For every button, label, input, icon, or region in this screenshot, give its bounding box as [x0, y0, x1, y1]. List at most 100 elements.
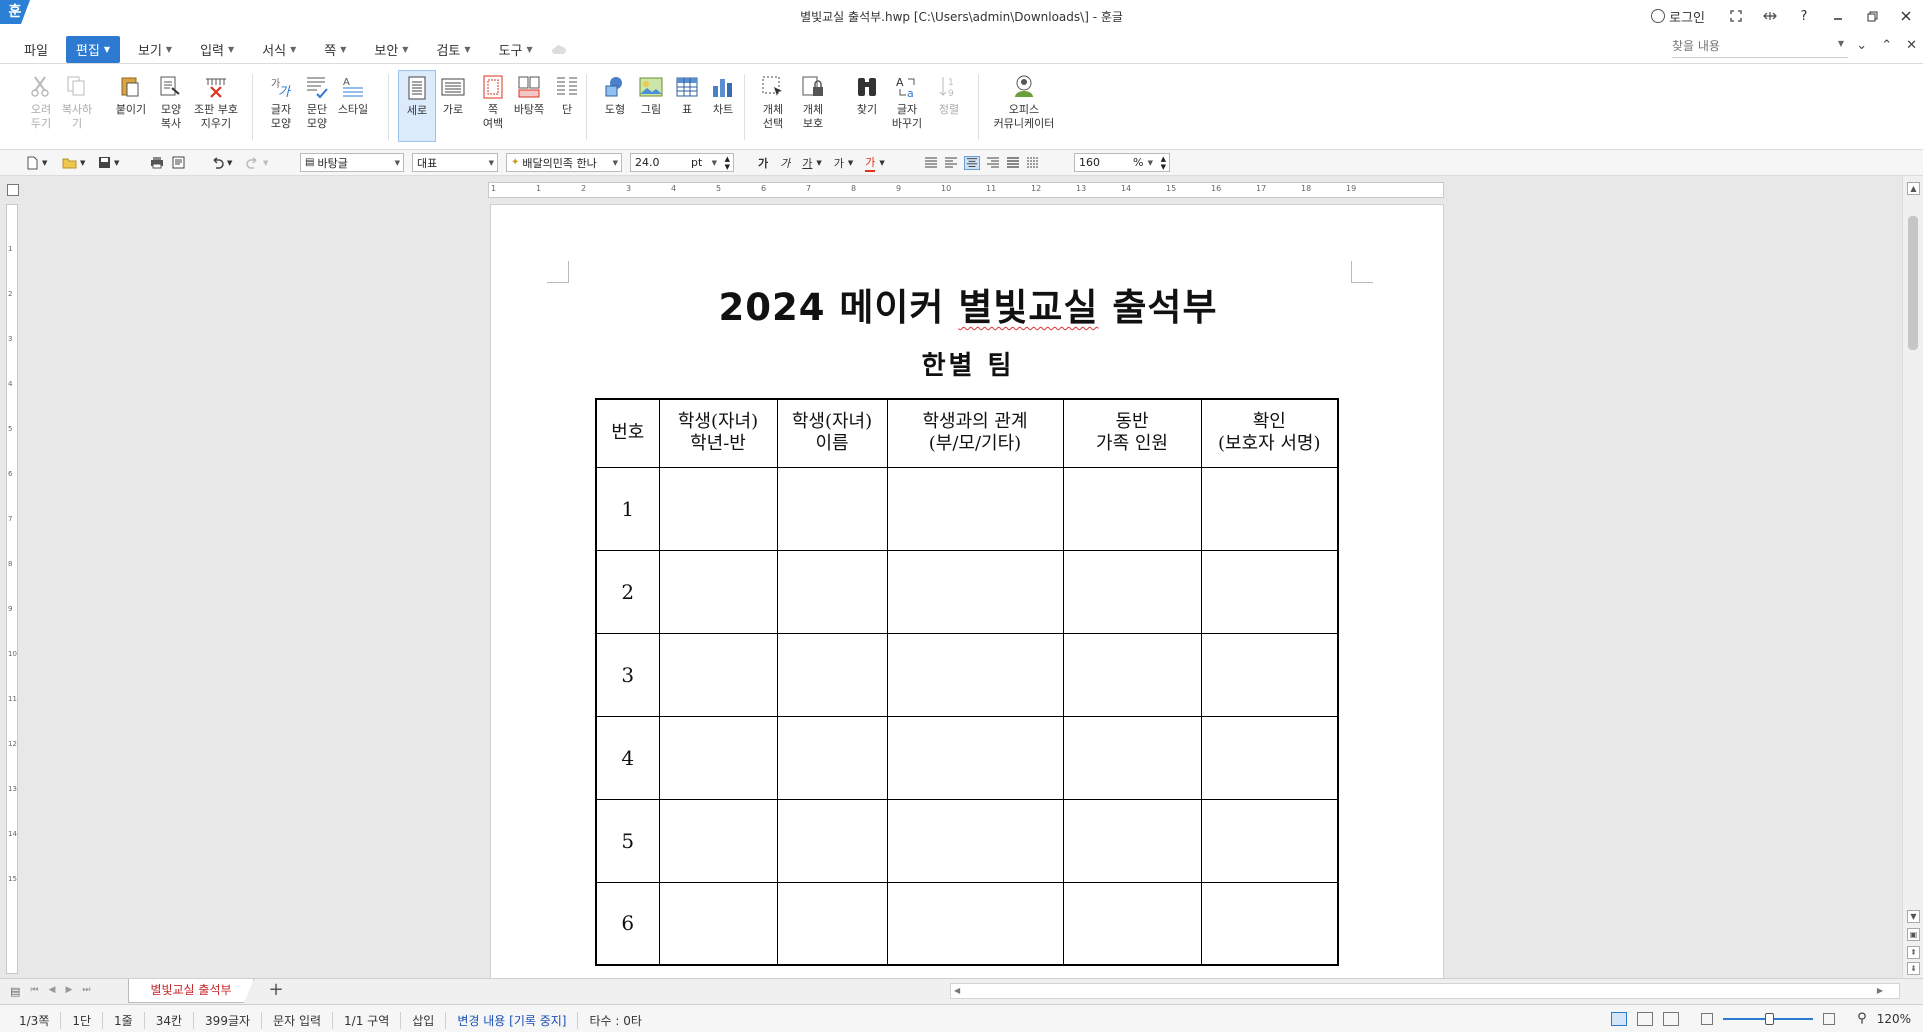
login-button[interactable]: 로그인 — [1651, 7, 1705, 26]
align-right-icon[interactable] — [986, 157, 1000, 169]
status-item[interactable]: 1/3쪽 — [8, 1012, 62, 1029]
save-button[interactable]: ▼ — [98, 153, 119, 172]
ribbon-button-picture[interactable]: 그림 — [632, 70, 670, 142]
status-item[interactable]: 삽입 — [401, 1012, 447, 1029]
table-cell[interactable] — [1062, 466, 1202, 551]
undo-button[interactable]: ▼ — [210, 153, 232, 172]
chevron-down-icon[interactable]: ▼ — [879, 159, 884, 167]
ribbon-button-table[interactable]: 표 — [668, 70, 706, 142]
table-cell[interactable] — [776, 549, 888, 634]
table-cell[interactable] — [886, 881, 1064, 966]
scroll-left-icon[interactable]: ◀ — [954, 986, 960, 995]
prev-page-icon[interactable]: ⇞ — [1907, 946, 1920, 959]
menu-page[interactable]: 쪽 ▼ — [314, 36, 356, 63]
ribbon-button-portrait[interactable]: 세로 — [398, 70, 436, 142]
table-cell[interactable] — [776, 466, 888, 551]
scroll-thumb[interactable] — [1908, 216, 1918, 350]
cloud-icon[interactable] — [551, 44, 567, 56]
align-left-icon[interactable] — [944, 157, 958, 169]
table-cell[interactable] — [886, 549, 1064, 634]
table-cell[interactable] — [658, 632, 778, 717]
ruler-corner[interactable] — [7, 184, 19, 196]
spin-icon[interactable]: ▲ ▼ — [1161, 155, 1166, 171]
table-cell[interactable] — [886, 466, 1064, 551]
table-cell[interactable] — [1200, 549, 1339, 634]
table-cell[interactable] — [776, 715, 888, 800]
ribbon-button-para-shape[interactable]: 문단 모양 — [298, 70, 336, 142]
ribbon-button-master-page[interactable]: 바탕쪽 — [510, 70, 548, 142]
minimize-button[interactable] — [1821, 1, 1855, 31]
row-number-cell[interactable]: 6 — [595, 881, 660, 966]
style-select[interactable]: ▤ 바탕글 ▼ — [300, 153, 404, 172]
table-header-cell[interactable]: 학생(자녀) 이름 — [776, 398, 888, 468]
menu-security[interactable]: 보안 ▼ — [364, 36, 418, 63]
horizontal-ruler[interactable]: 1 1 2 3 4 5 6 7 8 9 10 11 12 13 14 15 16 17 18 19 — [488, 182, 1444, 198]
underline-button[interactable]: 가 — [802, 155, 812, 171]
search-input[interactable] — [1672, 36, 1822, 56]
attendance-table[interactable]: 번호 학생(자녀) 학년-반 학생(자녀) 이름 학생과의 관계 (부/모/기타) 동반 가족 … — [595, 398, 1339, 966]
prev-tab-icon[interactable]: ◀ — [49, 985, 56, 998]
scroll-down-icon[interactable]: ▼ — [1907, 910, 1920, 923]
zoom-slider-knob[interactable] — [1765, 1012, 1775, 1025]
table-cell[interactable] — [1062, 881, 1202, 966]
status-item[interactable]: 타수 : 0타 — [578, 1012, 652, 1029]
table-cell[interactable] — [1200, 632, 1339, 717]
table-cell[interactable] — [658, 715, 778, 800]
ribbon-button-shape[interactable]: 도형 — [596, 70, 634, 142]
zoom-out-icon[interactable] — [1701, 1012, 1714, 1025]
ribbon-button-replace[interactable]: Aa 글자 바꾸기 — [888, 70, 926, 142]
align-center-icon[interactable] — [964, 155, 980, 170]
table-cell[interactable] — [776, 881, 888, 966]
next-tab-icon[interactable]: ▶ — [65, 985, 72, 998]
add-tab-button[interactable]: + — [264, 980, 288, 1002]
status-item[interactable]: 1단 — [61, 1012, 104, 1029]
split-view-icon[interactable]: ▣ — [1907, 928, 1920, 941]
scroll-up-icon[interactable]: ▲ — [1907, 182, 1920, 195]
status-item[interactable]: 변경 내용 [기록 중지] — [446, 1012, 579, 1029]
table-cell[interactable] — [776, 632, 888, 717]
menu-review[interactable]: 검토 ▼ — [426, 36, 480, 63]
table-cell[interactable] — [658, 798, 778, 883]
distribute-icon[interactable] — [1006, 156, 1020, 169]
italic-button[interactable]: 가 — [780, 155, 790, 171]
document-tab[interactable]: 별빛교실 출석부 — [128, 979, 254, 1003]
menu-insert[interactable]: 입력 ▼ — [190, 36, 244, 63]
table-cell[interactable] — [886, 798, 1064, 883]
horizontal-scrollbar[interactable]: ◀ ▶ — [950, 983, 1900, 999]
normal-view-icon[interactable] — [1611, 1011, 1628, 1026]
menu-format[interactable]: 서식 ▼ — [252, 36, 306, 63]
bold-button[interactable]: 가 — [758, 155, 768, 171]
last-tab-icon[interactable]: ⏭ — [82, 985, 90, 998]
help-button[interactable]: ? — [1787, 1, 1821, 31]
table-cell[interactable] — [1062, 798, 1202, 883]
row-number-cell[interactable]: 4 — [595, 715, 660, 800]
ribbon-button-sort[interactable]: 1 9 정렬 — [930, 70, 968, 142]
chevron-down-icon[interactable]: ▼ — [1148, 159, 1153, 167]
justify-icon[interactable] — [924, 157, 938, 169]
chevron-up-icon[interactable]: ⌃ — [1881, 38, 1892, 53]
table-header-cell[interactable]: 학생과의 관계 (부/모/기타) — [886, 398, 1064, 468]
zoom-in-icon[interactable] — [1823, 1012, 1836, 1025]
ribbon-button-style[interactable]: A 스타일 — [334, 70, 372, 142]
strikeout-button[interactable]: 가 — [834, 155, 844, 171]
menu-file[interactable]: 파일 — [14, 36, 58, 63]
zoom-field[interactable]: 160 % ▼ ▲ ▼ — [1074, 153, 1170, 172]
restore-button[interactable] — [1855, 1, 1889, 31]
vertical-scrollbar[interactable]: ▲ ▼ ▣ ⇞ ⇟ — [1902, 176, 1923, 978]
zoom-level[interactable]: 120% — [1877, 1012, 1911, 1026]
document-page[interactable]: 2024 메이커 별빛교실 출석부 한별 팀 번호 학생(자녀) 학년-반 학생(자녀… — [490, 204, 1444, 978]
document-title[interactable]: 2024 메이커 별빛교실 출석부 — [491, 277, 1445, 331]
menu-view[interactable]: 보기 ▼ — [128, 36, 182, 63]
table-cell[interactable] — [886, 715, 1064, 800]
zoom-slider[interactable] — [1723, 1012, 1814, 1025]
table-cell[interactable] — [658, 466, 778, 551]
table-cell[interactable] — [776, 798, 888, 883]
table-cell[interactable] — [1200, 466, 1339, 551]
row-number-cell[interactable]: 1 — [595, 466, 660, 551]
ribbon-button-object-select[interactable]: 개체 선택 — [754, 70, 792, 142]
chevron-down-icon[interactable]: ▼ — [712, 159, 717, 167]
tab-list-icon[interactable]: ▤ — [10, 985, 20, 998]
table-header-cell[interactable]: 번호 — [595, 398, 660, 468]
redo-button[interactable]: ▼ — [246, 153, 268, 172]
status-item[interactable]: 34칸 — [145, 1012, 195, 1029]
